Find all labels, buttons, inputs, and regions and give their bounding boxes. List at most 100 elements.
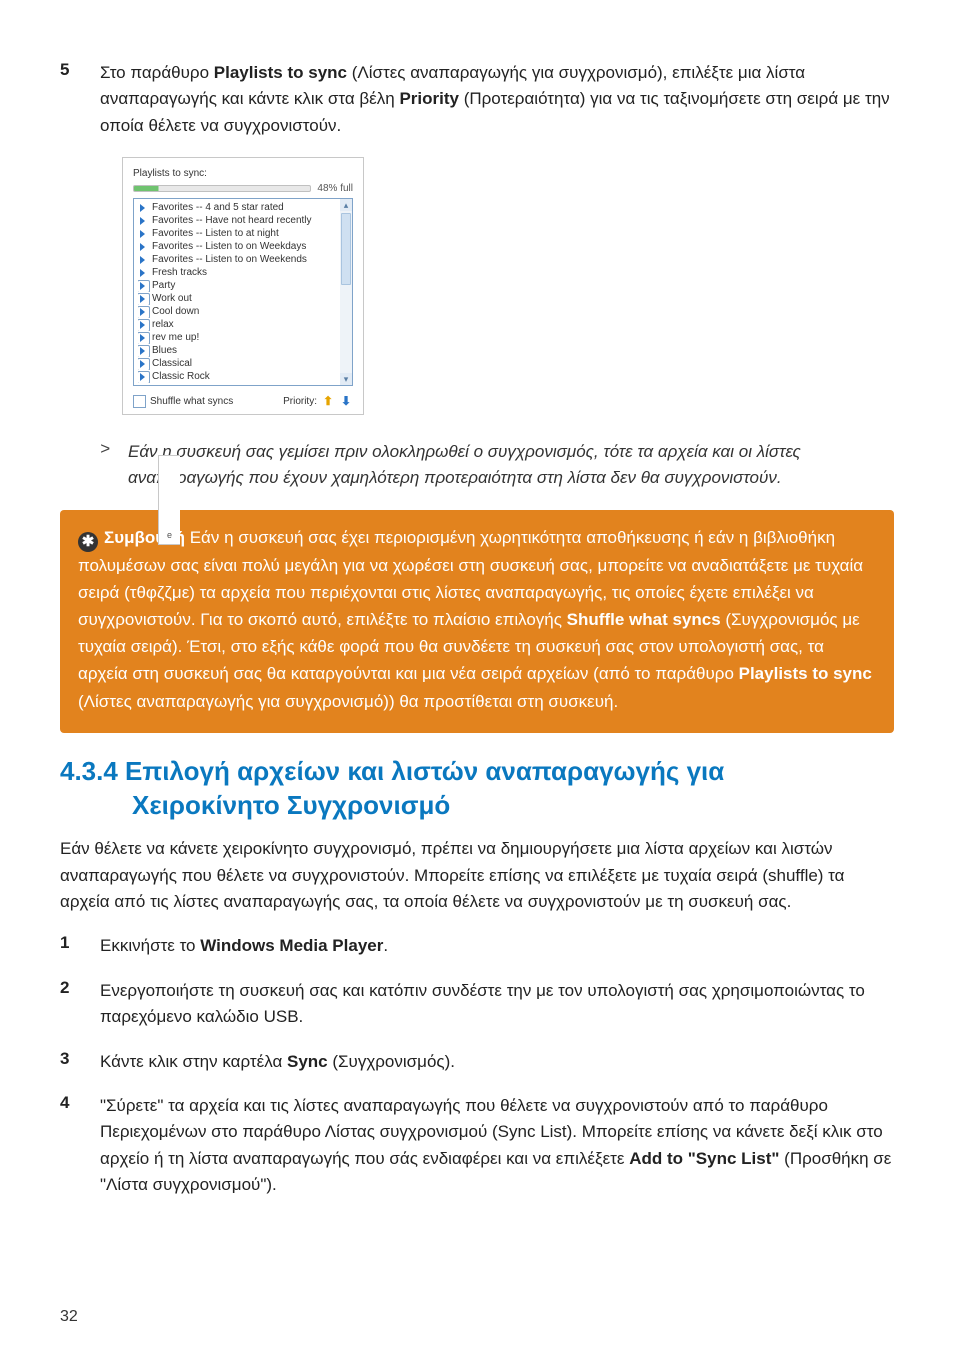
note-text: Εάν η συσκευή σας γεμίσει πριν ολοκληρωθ… <box>128 439 894 492</box>
step-body: Ενεργοποιήστε τη συσκευή σας και κατόπιν… <box>100 978 894 1031</box>
playlist-icon <box>138 216 148 226</box>
playlists-listbox[interactable]: Favorites -- 4 and 5 star rated Favorites… <box>133 198 353 386</box>
bold: Playlists to sync <box>214 63 347 82</box>
section-heading: 4.3.4 Επιλογή αρχείων και λιστών αναπαρα… <box>60 755 894 823</box>
bold: Priority <box>399 89 459 108</box>
note-bullet: > <box>100 439 118 459</box>
playlist-icon <box>138 268 148 278</box>
playlist-icon <box>138 372 148 382</box>
heading-line2: Χειροκίνητο Συγχρονισμό <box>132 789 894 823</box>
note: > Εάν η συσκευή σας γεμίσει πριν ολοκληρ… <box>100 439 894 492</box>
tip-bold: Playlists to sync <box>739 664 872 683</box>
step-number: 2 <box>60 978 100 998</box>
tip-bold: Shuffle what syncs <box>567 610 721 629</box>
step-body: Εκκινήστε το Windows Media Player. <box>100 933 894 959</box>
step: 4"Σύρετε" τα αρχεία και τις λίστες αναπα… <box>60 1093 894 1198</box>
priority-down-icon[interactable]: ⬇ <box>339 394 353 408</box>
playlist-item[interactable]: Blues <box>138 344 338 357</box>
step-number: 3 <box>60 1049 100 1069</box>
step-body: Κάντε κλικ στην καρτέλα Sync (Συγχρονισμ… <box>100 1049 894 1075</box>
text: (Συγχρονισμός). <box>328 1052 455 1071</box>
playlist-label: relax <box>152 319 174 330</box>
playlist-item[interactable]: Favorites -- 4 and 5 star rated <box>138 201 338 214</box>
playlist-item[interactable]: Favorites -- Listen to at night <box>138 227 338 240</box>
playlist-item[interactable]: Cool down <box>138 305 338 318</box>
figure-container: e Playlists to sync: 48% full Favorites … <box>100 157 894 415</box>
scroll-down-icon[interactable]: ▾ <box>340 373 352 385</box>
playlist-icon <box>138 294 148 304</box>
playlist-item[interactable]: Favorites -- Have not heard recently <box>138 214 338 227</box>
capacity-bar <box>133 185 311 192</box>
playlist-label: Favorites -- 4 and 5 star rated <box>152 202 284 213</box>
capacity-label: 48% full <box>317 183 353 194</box>
capacity-row: 48% full <box>123 183 363 198</box>
playlists-list: Favorites -- 4 and 5 star rated Favorites… <box>134 199 352 385</box>
playlist-label: Classic Rock <box>152 371 210 382</box>
playlist-label: Party <box>152 280 175 291</box>
page-number: 32 <box>60 1308 78 1326</box>
step-number: 1 <box>60 933 100 953</box>
text: Εκκινήστε το <box>100 936 200 955</box>
priority-up-icon[interactable]: ⬆ <box>321 394 335 408</box>
step: 2Ενεργοποιήστε τη συσκευή σας και κατόπι… <box>60 978 894 1031</box>
step-body: Στο παράθυρο Playlists to sync (Λίστες α… <box>100 60 894 139</box>
priority-label: Priority: <box>283 396 317 407</box>
intro-paragraph: Εάν θέλετε να κάνετε χειροκίνητο συγχρον… <box>60 836 894 915</box>
playlist-icon <box>138 333 148 343</box>
playlist-item[interactable]: Work out <box>138 292 338 305</box>
heading-line1: 4.3.4 Επιλογή αρχείων και λιστών αναπαρα… <box>60 756 724 786</box>
playlist-item[interactable]: Classical <box>138 357 338 370</box>
playlist-icon <box>138 346 148 356</box>
playlist-icon <box>138 307 148 317</box>
playlist-item[interactable]: Fresh tracks <box>138 266 338 279</box>
text: Κάντε κλικ στην καρτέλα <box>100 1052 287 1071</box>
step-5: 5 Στο παράθυρο Playlists to sync (Λίστες… <box>60 60 894 139</box>
playlist-item[interactable]: Classic Rock <box>138 370 338 383</box>
bold: Windows Media Player <box>200 936 383 955</box>
playlist-icon <box>138 229 148 239</box>
playlist-item[interactable]: Favorites -- Listen to on Weekends <box>138 253 338 266</box>
shuffle-checkbox[interactable]: Shuffle what syncs <box>133 395 233 408</box>
playlist-label: Blues <box>152 345 177 356</box>
playlist-label: Fresh tracks <box>152 267 207 278</box>
panel-title: Playlists to sync: <box>123 166 363 183</box>
playlist-label: Favorites -- Have not heard recently <box>152 215 312 226</box>
checkbox-box[interactable] <box>133 395 146 408</box>
step-body: "Σύρετε" τα αρχεία και τις λίστες αναπαρ… <box>100 1093 894 1198</box>
playlist-label: Classical <box>152 358 192 369</box>
priority-controls: Priority: ⬆ ⬇ <box>283 394 353 408</box>
playlist-item[interactable]: rev me up! <box>138 331 338 344</box>
playlist-label: Work out <box>152 293 192 304</box>
bold: Add to "Sync List" <box>629 1149 779 1168</box>
text: Στο παράθυρο <box>100 63 214 82</box>
playlist-label: Favorites -- Listen to on Weekdays <box>152 241 306 252</box>
playlists-to-sync-panel: Playlists to sync: 48% full Favorites --… <box>122 157 364 415</box>
tip-icon: ✱ <box>78 532 98 552</box>
playlist-icon <box>138 203 148 213</box>
playlist-label: Favorites -- Listen to on Weekends <box>152 254 307 265</box>
step: 1Εκκινήστε το Windows Media Player. <box>60 933 894 959</box>
text: . <box>383 936 388 955</box>
playlist-item[interactable]: Party <box>138 279 338 292</box>
playlist-icon <box>138 320 148 330</box>
playlist-item[interactable]: Favorites -- Listen to on Weekdays <box>138 240 338 253</box>
tip-box: ✱Συμβουλή Εάν η συσκευή σας έχει περιορι… <box>60 510 894 733</box>
tab-letter: e <box>161 530 178 540</box>
shuffle-label: Shuffle what syncs <box>150 396 233 407</box>
scroll-up-icon[interactable]: ▴ <box>340 199 352 211</box>
playlist-icon <box>138 242 148 252</box>
scroll-thumb[interactable] <box>341 213 351 285</box>
step: 3Κάντε κλικ στην καρτέλα Sync (Συγχρονισ… <box>60 1049 894 1075</box>
playlist-icon <box>138 255 148 265</box>
playlist-item[interactable]: relax <box>138 318 338 331</box>
tip-text: (Λίστες αναπαραγωγής για συγχρονισμό)) θ… <box>78 692 618 711</box>
scrollbar[interactable]: ▴ ▾ <box>340 199 352 385</box>
playlist-label: Favorites -- Listen to at night <box>152 228 279 239</box>
playlist-icon <box>138 281 148 291</box>
bold: Sync <box>287 1052 328 1071</box>
playlist-icon <box>138 359 148 369</box>
cut-off-tab: e <box>158 455 180 545</box>
step-number: 5 <box>60 60 100 80</box>
step-number: 4 <box>60 1093 100 1113</box>
playlist-label: rev me up! <box>152 332 199 343</box>
